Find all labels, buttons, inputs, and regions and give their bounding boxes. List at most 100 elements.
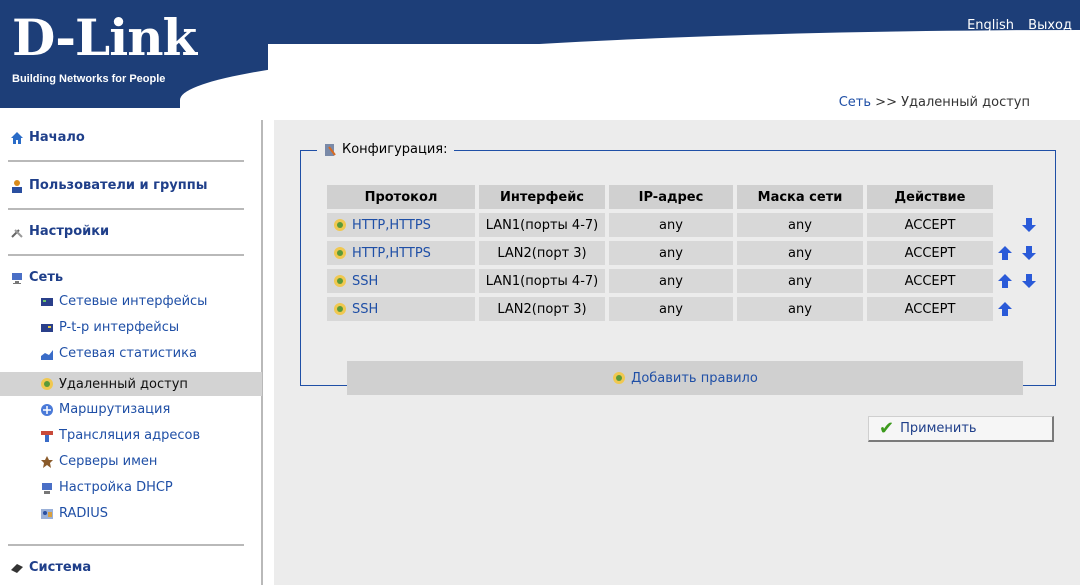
ptp-icon [40, 321, 54, 335]
add-rule-label: Добавить правило [631, 370, 758, 386]
interface-cell: LAN1(порты 4-7) [479, 213, 605, 237]
computer-icon [10, 271, 24, 285]
action-cell: ACCEPT [867, 241, 993, 265]
protocol-cell[interactable]: SSH [327, 269, 475, 293]
config-fieldset: Конфигурация: Протокол Интерфейс IP-адре… [300, 142, 1056, 395]
add-rule-icon [612, 371, 626, 385]
nav-routing[interactable]: Маршрутизация [40, 402, 170, 417]
ip-cell: any [609, 241, 733, 265]
protocol-link[interactable]: HTTP,HTTPS [352, 218, 431, 233]
col-action: Действие [867, 185, 993, 209]
nav-radius-label: RADIUS [59, 506, 109, 521]
apply-button[interactable]: ✔ Применить [868, 416, 1054, 442]
move-down-icon[interactable] [1021, 273, 1037, 289]
nav-radius[interactable]: RADIUS [40, 506, 108, 521]
nav-nat-label: Трансляция адресов [59, 428, 201, 443]
nav-ptp-interfaces-label: P-t-p интерфейсы [59, 320, 180, 335]
tools-icon [10, 225, 24, 239]
nav-users[interactable]: Пользователи и группы [10, 178, 244, 193]
nav-dhcp[interactable]: Настройка DHCP [40, 480, 173, 495]
home-icon [10, 131, 24, 145]
protocol-icon [333, 246, 347, 260]
nav-nat[interactable]: Трансляция адресов [40, 428, 200, 443]
mask-cell: any [737, 213, 863, 237]
col-interface: Интерфейс [479, 185, 605, 209]
table-header-row: Протокол Интерфейс IP-адрес Маска сети Д… [327, 185, 1045, 209]
protocol-link[interactable]: SSH [352, 302, 378, 317]
rules-body: HTTP,HTTPS LAN1(порты 4-7) any any ACCEP… [327, 213, 1045, 321]
nav-dns-label: Серверы имен [59, 454, 158, 469]
ip-cell: any [609, 213, 733, 237]
radius-icon [40, 507, 54, 521]
protocol-link[interactable]: SSH [352, 274, 378, 289]
move-up-icon[interactable] [997, 301, 1013, 317]
order-cell [997, 269, 1045, 293]
protocol-icon [333, 218, 347, 232]
interface-cell: LAN2(порт 3) [479, 241, 605, 265]
nav-network[interactable]: Сеть [10, 270, 244, 285]
breadcrumb-current: Удаленный доступ [901, 95, 1030, 110]
mask-cell: any [737, 269, 863, 293]
english-link[interactable]: English [967, 18, 1014, 33]
remote-access-icon [40, 377, 54, 391]
config-icon [323, 143, 337, 157]
users-icon [10, 179, 24, 193]
action-cell: ACCEPT [867, 213, 993, 237]
top-links: English Выход [957, 18, 1072, 33]
col-order [997, 185, 1045, 209]
protocol-cell[interactable]: SSH [327, 297, 475, 321]
rules-table: Протокол Интерфейс IP-адрес Маска сети Д… [323, 181, 1049, 325]
protocol-cell[interactable]: HTTP,HTTPS [327, 213, 475, 237]
apply-label: Применить [900, 421, 977, 436]
header: D-Link Building Networks for People Engl… [0, 0, 1080, 120]
col-ip: IP-адрес [609, 185, 733, 209]
nav-network-statistics[interactable]: Сетевая статистика [40, 346, 197, 361]
nav-divider [8, 254, 244, 256]
logo-tagline: Building Networks for People [12, 73, 166, 85]
chart-icon [40, 347, 54, 361]
add-rule-button[interactable]: Добавить правило [347, 361, 1023, 395]
mask-cell: any [737, 297, 863, 321]
breadcrumb: Сеть >> Удаленный доступ [839, 95, 1030, 110]
logo[interactable]: D-Link [12, 10, 197, 66]
mask-cell: any [737, 241, 863, 265]
nav-network-interfaces[interactable]: Сетевые интерфейсы [40, 294, 207, 309]
nav-routing-label: Маршрутизация [59, 402, 171, 417]
nav-system[interactable]: Система [10, 560, 244, 575]
order-cell [997, 297, 1045, 321]
interface-cell: LAN1(порты 4-7) [479, 269, 605, 293]
nav-settings[interactable]: Настройки [10, 224, 244, 239]
protocol-icon [333, 302, 347, 316]
protocol-cell[interactable]: HTTP,HTTPS [327, 241, 475, 265]
move-down-icon[interactable] [1021, 217, 1037, 233]
main-content: Конфигурация: Протокол Интерфейс IP-адре… [274, 120, 1080, 585]
interface-cell: LAN2(порт 3) [479, 297, 605, 321]
nav-ptp-interfaces[interactable]: P-t-p интерфейсы [40, 320, 179, 335]
nav-system-label: Система [29, 560, 92, 575]
ip-cell: any [609, 269, 733, 293]
protocol-link[interactable]: HTTP,HTTPS [352, 246, 431, 261]
col-protocol: Протокол [327, 185, 475, 209]
move-up-icon[interactable] [997, 245, 1013, 261]
move-up-icon[interactable] [997, 273, 1013, 289]
system-icon [10, 561, 24, 575]
nav-divider [8, 544, 244, 546]
breadcrumb-separator: >> [875, 95, 897, 110]
breadcrumb-section-link[interactable]: Сеть [839, 95, 871, 110]
nav-home[interactable]: Начало [10, 130, 244, 145]
order-cell [997, 241, 1045, 265]
network-card-icon [40, 295, 54, 309]
nav-dns[interactable]: Серверы имен [40, 454, 157, 469]
table-row: HTTP,HTTPS LAN2(порт 3) any any ACCEPT [327, 241, 1045, 265]
nat-icon [40, 429, 54, 443]
nav-remote-access[interactable]: Удаленный доступ [0, 372, 262, 396]
table-row: SSH LAN2(порт 3) any any ACCEPT [327, 297, 1045, 321]
nav-divider [8, 208, 244, 210]
table-row: HTTP,HTTPS LAN1(порты 4-7) any any ACCEP… [327, 213, 1045, 237]
col-mask: Маска сети [737, 185, 863, 209]
nav-network-label: Сеть [29, 270, 64, 285]
move-down-icon[interactable] [1021, 245, 1037, 261]
nav-remote-access-label: Удаленный доступ [59, 376, 188, 392]
logout-link[interactable]: Выход [1028, 18, 1072, 33]
nav-divider [8, 160, 244, 162]
